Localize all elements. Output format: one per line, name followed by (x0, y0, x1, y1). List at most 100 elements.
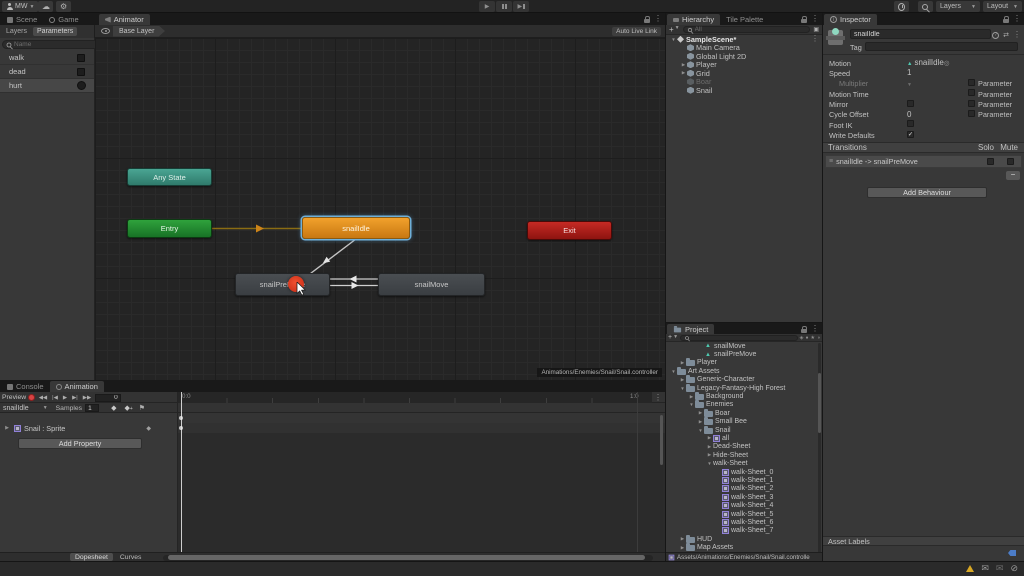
foldout-open-icon[interactable]: ▼ (697, 428, 704, 433)
project-item-background[interactable]: ▶Background (666, 392, 822, 400)
project-search-input[interactable] (692, 334, 794, 341)
transition-row-snailidle-snailpremove[interactable]: ≡snailIdle -> snailPreMove (825, 155, 1022, 168)
hierarchy-search[interactable] (683, 26, 811, 33)
timeline-scrollbar[interactable] (660, 415, 663, 540)
message-icon[interactable]: ✉ (981, 564, 989, 573)
parameter-search[interactable] (2, 40, 106, 49)
state-node-snailidle[interactable]: snailIdle (302, 217, 410, 239)
add-property-button[interactable]: Add Property (18, 438, 142, 449)
project-item-legacy-fantasy-high-forest[interactable]: ▼Legacy-Fantasy-High Forest (666, 384, 822, 392)
checkbox-checked[interactable]: ✓ (907, 131, 914, 138)
foldout-closed-icon[interactable]: ▶ (706, 435, 713, 441)
create-button[interactable]: +▼ (669, 25, 680, 34)
hierarchy-item-grid[interactable]: ▶Grid (666, 69, 822, 78)
settings-button[interactable]: ⚙ (56, 1, 71, 12)
layout-dropdown[interactable]: Layout▼ (983, 1, 1022, 12)
foldout-closed-icon[interactable]: ▶ (679, 545, 686, 551)
step-button[interactable]: ▶ (513, 1, 529, 12)
tag-field[interactable] (865, 42, 1018, 51)
record-button[interactable] (28, 394, 35, 401)
tab-animation[interactable]: Animation (50, 381, 104, 392)
text-field[interactable]: 1 (907, 68, 1015, 77)
tab-tile-palette[interactable]: Tile Palette (720, 14, 769, 25)
remove-transition-button[interactable]: − (1006, 171, 1020, 180)
menu-icon[interactable]: ⋮ (811, 35, 819, 43)
project-item-boar[interactable]: ▶Boar (666, 409, 822, 417)
lock-icon[interactable] (644, 19, 650, 23)
foldout-open-icon[interactable]: ▼ (688, 402, 695, 407)
foldout-icon[interactable]: ▶ (0, 425, 14, 431)
mute-checkbox[interactable] (1007, 158, 1014, 165)
clip-dropdown[interactable]: snailIdle (3, 405, 29, 412)
foldout-open-icon[interactable]: ▼ (706, 461, 713, 466)
preview-button[interactable]: Preview (2, 394, 26, 401)
prev-key-button[interactable]: |◀ (51, 395, 60, 401)
pause-button[interactable] (496, 1, 512, 12)
tab-scene[interactable]: Scene (1, 14, 43, 25)
project-item-walk-sheet-3[interactable]: walk-Sheet_3 (666, 493, 822, 501)
foldout-closed-icon[interactable]: ▶ (706, 444, 713, 450)
playhead[interactable] (181, 392, 182, 552)
hierarchy-item-global-light-2d[interactable]: Global Light 2D (666, 52, 822, 61)
project-breadcrumb[interactable]: Assets/Animations/Enemies/Snail/Snail.co… (666, 552, 822, 561)
last-key-button[interactable]: ▶▶ (81, 395, 92, 401)
menu-icon[interactable]: ⋮ (811, 325, 819, 333)
state-node-exit[interactable]: Exit (527, 221, 612, 240)
lock-icon[interactable] (801, 329, 807, 333)
menu-icon[interactable]: ⋮ (654, 394, 662, 402)
add-behaviour-button[interactable]: Add Behaviour (867, 187, 987, 198)
curves-button[interactable]: Curves (115, 553, 147, 561)
history-button[interactable] (894, 1, 909, 12)
play-animation-button[interactable]: ▶ (61, 395, 68, 401)
foldout-closed-icon[interactable]: ▶ (697, 419, 704, 425)
parameter-checkbox[interactable] (968, 89, 975, 96)
text-field[interactable]: 0 (907, 110, 963, 119)
add-event-icon[interactable]: ◆+ (124, 405, 132, 412)
state-machine-graph[interactable]: Any StateEntrysnailIdleExitsnailPreMoves… (95, 38, 665, 380)
parameter-bool-control[interactable] (77, 54, 85, 62)
scene-picker-icon[interactable]: ▣ (813, 27, 819, 33)
project-item-walk-sheet-6[interactable]: walk-Sheet_6 (666, 518, 822, 526)
parameter-checkbox[interactable] (968, 110, 975, 117)
checkbox[interactable] (907, 120, 914, 127)
hierarchy-item-samplescene[interactable]: ▼SampleScene*⋮ (666, 35, 822, 44)
project-item-map-assets[interactable]: ▶Map Assets (666, 543, 822, 551)
foldout-closed-icon[interactable]: ▶ (688, 394, 695, 400)
project-item-walk-sheet-2[interactable]: walk-Sheet_2 (666, 485, 822, 493)
foldout-closed-icon[interactable]: ▶ (706, 452, 713, 458)
tab-game[interactable]: Game (43, 14, 84, 25)
add-keyframe-icon[interactable]: ◆ (111, 405, 116, 412)
drag-handle-icon[interactable]: ≡ (829, 158, 833, 165)
help-icon[interactable]: ? (992, 32, 999, 39)
samples-field[interactable] (85, 404, 99, 412)
state-name-field[interactable] (850, 29, 991, 39)
hierarchy-item-boar[interactable]: Boar (666, 78, 822, 87)
hierarchy-item-player[interactable]: ▶Player (666, 61, 822, 70)
dopesheet-timeline[interactable] (178, 413, 665, 552)
menu-icon[interactable]: ⋮ (811, 15, 819, 23)
property-row[interactable]: ▶ Snail : Sprite ◆ (0, 423, 177, 433)
search-by-type-icon[interactable]: ◈ (800, 335, 804, 341)
foldout-open-icon[interactable]: ▼ (679, 386, 686, 391)
hierarchy-search-input[interactable] (695, 26, 807, 33)
tab-animator[interactable]: Animator (99, 14, 150, 25)
state-node-entry[interactable]: Entry (127, 219, 212, 238)
menu-icon[interactable]: ⋮ (1013, 15, 1021, 23)
hidden-count-icon[interactable]: ◑ (817, 335, 820, 341)
event-marker-icon[interactable]: ⚑ (139, 405, 145, 412)
hierarchy-item-main-camera[interactable]: Main Camera (666, 44, 822, 53)
breadcrumb[interactable]: Base Layer (113, 26, 165, 37)
parameter-row-walk[interactable]: walk (0, 51, 94, 65)
project-item-walk-sheet-5[interactable]: walk-Sheet_5 (666, 510, 822, 518)
chevron-down-icon[interactable]: ▼ (43, 405, 48, 411)
account-button[interactable]: MW ▼ (2, 1, 38, 12)
foldout-closed-icon[interactable]: ▶ (697, 410, 704, 416)
parameter-checkbox[interactable] (968, 100, 975, 107)
project-item-player[interactable]: ▶Player (666, 359, 822, 367)
project-item-dead-sheet[interactable]: ▶Dead-Sheet (666, 443, 822, 451)
global-search-button[interactable] (918, 1, 933, 12)
project-item-small-bee[interactable]: ▶Small Bee (666, 418, 822, 426)
state-node-snailmove[interactable]: snailMove (378, 273, 485, 296)
first-key-button[interactable]: ◀◀ (37, 395, 48, 401)
create-asset-button[interactable]: +▼ (668, 334, 678, 341)
